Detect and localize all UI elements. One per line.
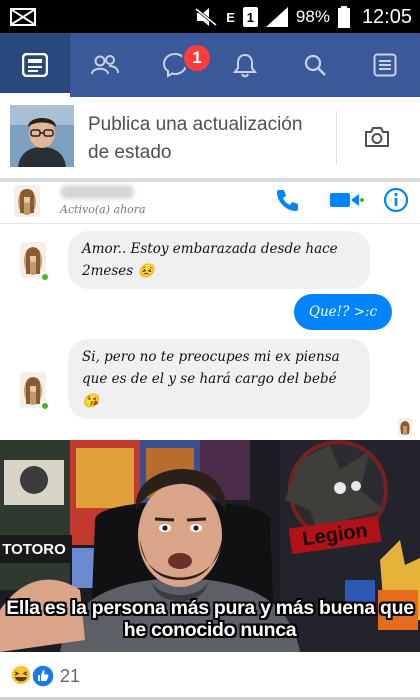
tab-search[interactable] bbox=[280, 33, 350, 97]
seen-avatar bbox=[398, 418, 412, 436]
online-dot bbox=[40, 401, 50, 411]
composer-prompt[interactable]: Publica una actualización de estado bbox=[88, 111, 323, 167]
camera-icon[interactable] bbox=[364, 125, 390, 154]
contact-avatar bbox=[14, 185, 40, 217]
news-feed-icon bbox=[22, 53, 48, 77]
tab-notifications[interactable] bbox=[210, 33, 280, 97]
tab-menu[interactable] bbox=[350, 33, 420, 97]
contact-name-blurred bbox=[60, 185, 134, 199]
post-image-meme[interactable]: TOTORO Legion Ella es la persona más pur… bbox=[0, 440, 420, 652]
sim-1-icon: 1 bbox=[242, 7, 258, 27]
menu-icon bbox=[373, 53, 397, 77]
friends-icon bbox=[91, 55, 119, 75]
online-dot bbox=[40, 272, 50, 282]
post-image-chat: Activo(a) ahora Amor.. Estoy embarazada … bbox=[0, 182, 420, 440]
tab-news-feed[interactable] bbox=[0, 33, 70, 97]
contact-status: Activo(a) ahora bbox=[60, 203, 146, 216]
message-incoming: Si, pero no te preocupes mi ex piensa qu… bbox=[68, 339, 370, 419]
reaction-count: 21 bbox=[60, 666, 81, 686]
battery-percent: 98% bbox=[295, 7, 330, 26]
poster-text: TOTORO bbox=[2, 541, 66, 558]
mail-icon bbox=[10, 8, 36, 26]
reactions-bar[interactable]: 21 bbox=[0, 652, 420, 700]
message-outgoing: Que!? >:c bbox=[294, 294, 392, 330]
data-e-icon: E bbox=[226, 9, 235, 25]
status-icons: E 1 98% 12:05 bbox=[194, 4, 412, 30]
status-bar: E 1 98% 12:05 bbox=[0, 0, 420, 33]
notifications-icon bbox=[233, 53, 257, 78]
messenger-badge: 1 bbox=[182, 43, 212, 73]
meme-caption: Ella es la persona más pura y más buena … bbox=[6, 597, 414, 641]
profile-avatar[interactable] bbox=[10, 105, 74, 167]
tab-messenger[interactable]: 1 bbox=[140, 33, 212, 97]
tab-friends[interactable] bbox=[70, 33, 140, 97]
message-incoming: Amor.. Estoy embarazada desde hace 2mese… bbox=[68, 231, 370, 289]
info-icon bbox=[383, 187, 409, 213]
mute-icon bbox=[194, 7, 218, 27]
haha-reaction-icon bbox=[10, 664, 32, 686]
status-composer[interactable]: Publica una actualización de estado bbox=[0, 97, 420, 179]
battery-icon bbox=[337, 6, 350, 28]
composer-divider bbox=[336, 111, 337, 165]
signal-icon bbox=[265, 7, 288, 27]
chat-header: Activo(a) ahora bbox=[0, 182, 420, 224]
like-reaction-icon bbox=[31, 664, 55, 688]
search-icon bbox=[304, 54, 326, 76]
clock: 12:05 bbox=[361, 5, 412, 28]
nav-bar: 1 bbox=[0, 33, 420, 97]
video-icon bbox=[330, 193, 364, 207]
phone-icon bbox=[277, 190, 298, 211]
